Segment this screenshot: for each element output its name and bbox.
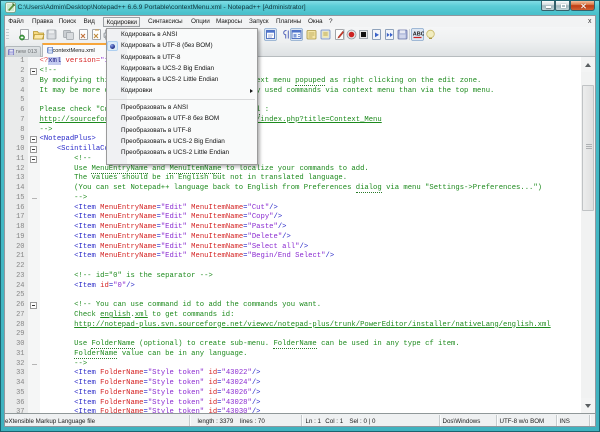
svg-text:ABC: ABC: [412, 32, 423, 38]
